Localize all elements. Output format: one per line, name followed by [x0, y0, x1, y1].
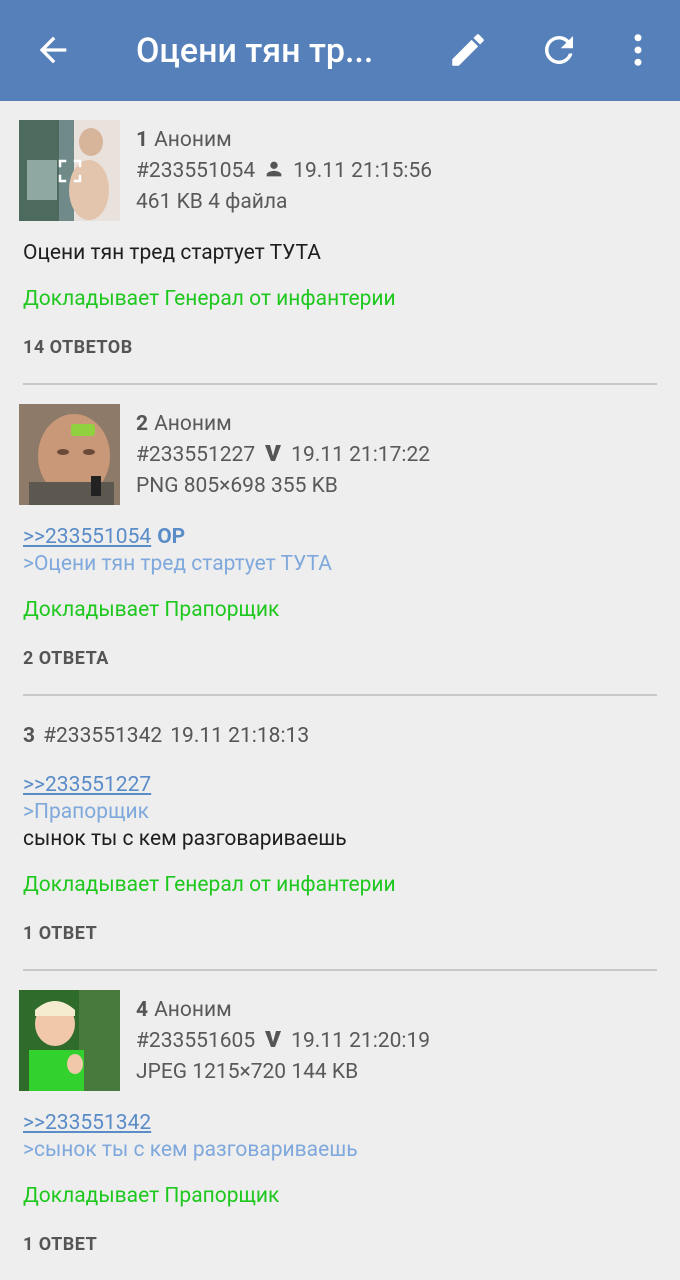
quote-text: >Прапорщик	[23, 800, 149, 824]
poster-name: Аноним	[154, 998, 232, 1022]
post-meta: 3 #233551342 19.11 21:18:13	[23, 723, 309, 750]
op-label: OP	[157, 525, 186, 549]
fullscreen-icon	[58, 159, 82, 183]
post-signature: Докладывает Прапорщик	[23, 598, 280, 622]
top-app-bar: Оцени тян тр...	[0, 0, 680, 101]
more-options-button[interactable]	[614, 26, 662, 74]
post-signature: Докладывает Прапорщик	[23, 1184, 280, 1208]
post-id[interactable]: #233551054	[136, 159, 255, 183]
replies-button[interactable]: 1 ОТВЕТ	[23, 1234, 97, 1255]
post-meta: 2 Аноним #233551227 19.11 21:17:22 PNG 805…	[136, 409, 430, 502]
refresh-icon	[544, 35, 573, 64]
post-meta: 1 Аноним #233551054 19.11 21:15:56 461 KB …	[136, 125, 432, 218]
post-time: 19.11 21:18:13	[170, 724, 310, 748]
reply-reference: >>233551227	[23, 772, 151, 799]
replies-button[interactable]: 2 ОТВЕТА	[23, 648, 109, 669]
reply-link[interactable]: >>233551342	[23, 1111, 151, 1135]
post-time: 19.11 21:15:56	[293, 159, 433, 184]
back-button[interactable]	[32, 30, 74, 70]
post-id[interactable]: #233551227	[136, 443, 255, 467]
more-vert-icon	[634, 34, 642, 66]
post-thumbnail[interactable]	[19, 990, 120, 1091]
post-number: 4	[136, 998, 149, 1022]
post-text: Оцени тян тред стартует ТУТА	[23, 241, 321, 265]
post-divider	[23, 694, 657, 696]
reply-link[interactable]: >>233551227	[23, 773, 151, 797]
post-time: 19.11 21:20:19	[291, 1029, 431, 1054]
post-number: 3	[23, 724, 36, 748]
post-signature: Докладывает Генерал от инфантерии	[23, 287, 396, 311]
file-info: JPEG 1215×720 144 KB	[136, 1060, 359, 1084]
edit-icon	[452, 34, 484, 66]
thread-title: Оцени тян тр...	[136, 31, 374, 71]
post-number: 1	[136, 128, 149, 152]
file-info: 461 KB 4 файла	[136, 190, 288, 214]
post-divider	[23, 969, 657, 971]
person-icon	[263, 156, 285, 187]
thumbnail-image	[19, 404, 120, 505]
v-icon	[263, 440, 283, 471]
edit-button[interactable]	[444, 26, 492, 74]
quote-text: >Оцени тян тред стартует ТУТА	[23, 552, 332, 576]
reply-reference: >>233551342	[23, 1110, 151, 1137]
replies-button[interactable]: 1 ОТВЕТ	[23, 923, 97, 944]
post-thumbnail[interactable]	[19, 120, 120, 221]
replies-button[interactable]: 14 ОТВЕТОВ	[23, 337, 133, 358]
file-info: PNG 805×698 355 KB	[136, 474, 338, 498]
post-time: 19.11 21:17:22	[291, 443, 431, 468]
poster-name: Аноним	[154, 128, 232, 152]
post-id[interactable]: #233551342	[43, 724, 162, 748]
post-text: сынок ты с кем разговариваешь	[23, 827, 347, 851]
post-signature: Докладывает Генерал от инфантерии	[23, 873, 396, 897]
v-icon	[263, 1026, 283, 1057]
refresh-button[interactable]	[535, 26, 583, 74]
poster-name: Аноним	[154, 412, 232, 436]
post-thumbnail[interactable]	[19, 404, 120, 505]
post-number: 2	[136, 412, 149, 436]
thumbnail-image	[19, 990, 120, 1091]
post-divider	[23, 383, 657, 385]
arrow-back-icon	[39, 36, 67, 64]
post-meta: 4 Аноним #233551605 19.11 21:20:19 JPEG 12…	[136, 995, 430, 1088]
reply-reference: >>233551054 OP	[23, 524, 185, 551]
post-id[interactable]: #233551605	[136, 1029, 255, 1053]
quote-text: >сынок ты с кем разговариваешь	[23, 1138, 358, 1162]
reply-link[interactable]: >>233551054	[23, 525, 151, 549]
